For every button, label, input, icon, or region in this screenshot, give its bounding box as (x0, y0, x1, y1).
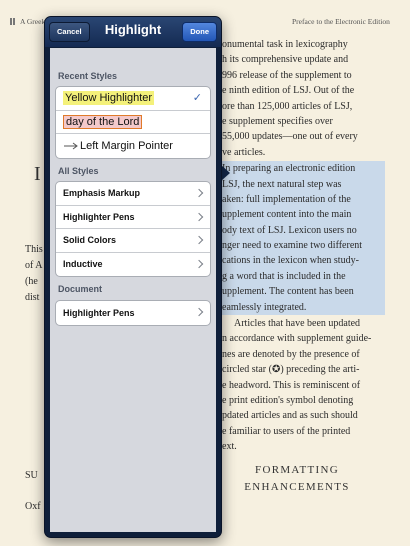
recent-styles-group: Yellow Highlighter ✓ day of the Lord Lef… (55, 86, 211, 159)
text-line: e supplement specifies over (222, 115, 333, 127)
paragraph: Articles that have been updated n accord… (222, 316, 385, 455)
row-label: Solid Colors (63, 235, 117, 246)
highlighted-line[interactable]: ody text of LSJ. Lexicon users no (222, 222, 385, 239)
left-text-fragment: This (25, 244, 43, 255)
text-line: nes are denoted by the presence of (222, 348, 360, 360)
recent-style-day-of-the-lord[interactable]: day of the Lord (56, 111, 210, 134)
left-text-fragment: Oxf (25, 501, 41, 512)
left-text-fragment: SU (25, 470, 38, 481)
highlighted-line[interactable]: upplement content into the main (222, 207, 385, 223)
text-line: e headword. This is reminiscent of (222, 379, 361, 391)
running-header-right: Preface to the Electronic Edition (292, 17, 390, 26)
style-group-emphasis-markup[interactable]: Emphasis Markup (56, 182, 210, 206)
text-line: 996 release of the supplement to (222, 69, 352, 81)
text-line: ext. (222, 441, 237, 453)
checkmark-icon: ✓ (192, 91, 202, 104)
highlighted-line[interactable]: aken: full implementation of the (222, 191, 385, 208)
chevron-right-icon (194, 259, 204, 268)
style-group-highlighter-pens[interactable]: Highlighter Pens (56, 206, 210, 229)
text-line: e familiar to users of the printed (222, 425, 351, 437)
section-heading: FORMATTING ENHANCEMENTS (244, 464, 350, 493)
left-text-fragment: of A (25, 260, 43, 271)
document-label: Document (58, 284, 103, 294)
style-group-solid-colors[interactable]: Solid Colors (56, 229, 210, 253)
text-line: Articles that have been updated (234, 318, 361, 330)
highlighted-line[interactable]: upplement. The content has been (222, 284, 385, 300)
highlighted-line[interactable]: g a word that is included in the (222, 268, 385, 285)
chevron-right-icon (194, 188, 204, 198)
highlighted-paragraph[interactable]: In preparing an electronic edition LSJ, … (222, 161, 385, 316)
arrow-pointer-icon (63, 142, 79, 150)
all-styles-group: Emphasis Markup Highlighter Pens Solid C… (55, 181, 211, 277)
text-line: onumental task in lexicography (222, 39, 348, 50)
chevron-right-icon (194, 212, 204, 221)
text-line: pdated articles and as such should (222, 410, 358, 422)
left-text-fragment: (he (25, 276, 38, 287)
recent-styles-label: Recent Styles (58, 71, 118, 81)
document-styles-group: Highlighter Pens (55, 300, 211, 326)
highlighted-line[interactable]: In preparing an electronic edition (222, 161, 385, 177)
highlighted-line[interactable]: LSJ, the next natural step was (222, 176, 385, 192)
row-label: Highlighter Pens (63, 307, 135, 318)
chevron-right-icon (194, 307, 204, 317)
highlight-popover: Cancel Highlight Done Recent Styles Yell… (44, 16, 222, 538)
all-styles-label: All Styles (58, 166, 99, 176)
running-header-left: A Greek (10, 17, 45, 26)
recent-style-left-margin-pointer[interactable]: Left Margin Pointer (56, 134, 210, 158)
popover-content[interactable]: Recent Styles Yellow Highlighter ✓ day o… (50, 48, 216, 532)
text-line: h its comprehensive update and (222, 54, 349, 66)
left-heading-fragment: I (34, 163, 41, 185)
popover-navbar: Cancel Highlight Done (45, 17, 221, 47)
text-line: circled star (✪) preceding the arti- (222, 364, 360, 376)
text-line: e print edition's symbol denoting (222, 394, 354, 406)
body-text-column: onumental task in lexicography h its com… (222, 37, 385, 456)
column-marker-icon (10, 18, 15, 25)
highlighted-line[interactable]: cations in the lexicon when study- (222, 253, 385, 269)
text-line: n accordance with supplement guide- (222, 333, 372, 345)
row-label: Inductive (63, 259, 103, 270)
popover-arrow (221, 165, 230, 181)
style-group-inductive[interactable]: Inductive (56, 253, 210, 277)
chevron-right-icon (194, 235, 204, 245)
style-sample: Yellow Highlighter (63, 91, 155, 106)
done-button[interactable]: Done (182, 22, 217, 42)
paragraph: onumental task in lexicography h its com… (222, 37, 385, 160)
highlighted-line[interactable]: eamlessly integrated. (222, 299, 385, 316)
row-label: Emphasis Markup (63, 188, 141, 199)
left-text-fragment: dist (25, 292, 40, 303)
text-line: ve articles. (222, 146, 266, 158)
style-sample: day of the Lord (63, 114, 143, 129)
style-sample: Left Margin Pointer (80, 139, 173, 152)
text-line: 55,000 updates—one out of every (222, 131, 358, 143)
highlighted-line[interactable]: nger need to examine two different (222, 238, 385, 254)
text-line: ore than 125,000 articles of LSJ, (222, 100, 353, 112)
recent-style-yellow-highlighter[interactable]: Yellow Highlighter ✓ (56, 87, 210, 111)
text-line: e ninth edition of LSJ. Out of the (222, 85, 355, 97)
document-style-highlighter-pens[interactable]: Highlighter Pens (56, 301, 210, 325)
row-label: Highlighter Pens (63, 211, 135, 222)
